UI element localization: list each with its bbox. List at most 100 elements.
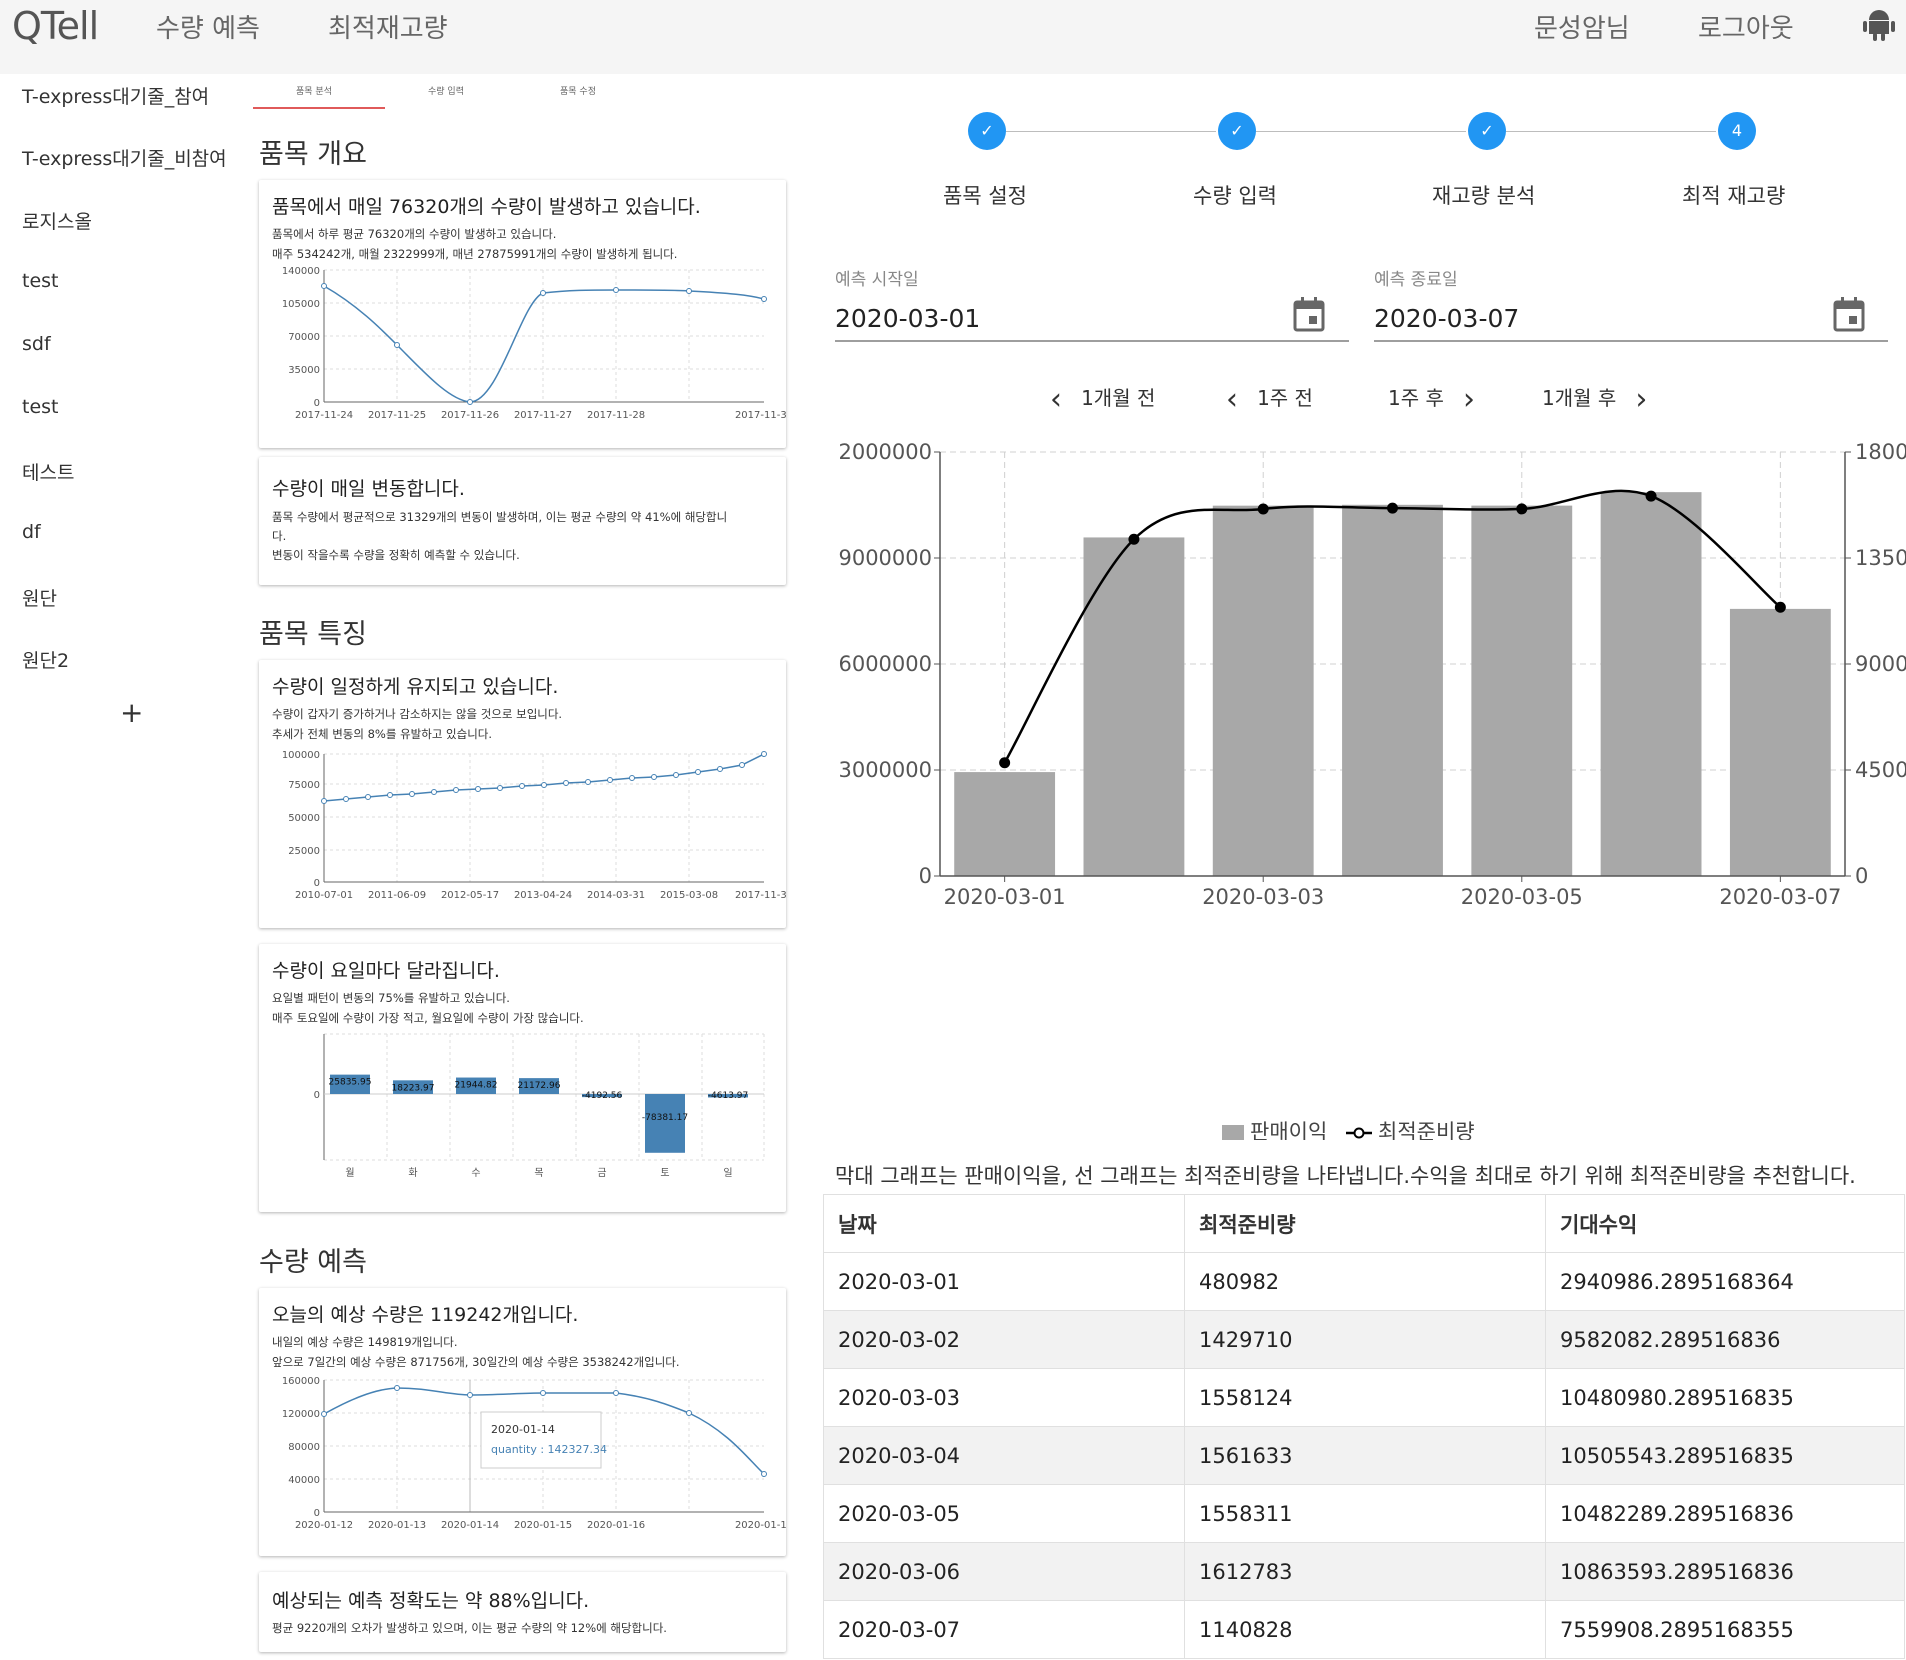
chevron-right-icon: › (1635, 382, 1648, 417)
weekday-bar-label: 18223.97 (392, 1083, 435, 1093)
week-next-button[interactable]: 1주 후 › (1388, 382, 1475, 417)
y-tick: 35000 (288, 365, 320, 376)
stepper-connector (1006, 131, 1216, 132)
optimal-quantity-point (1645, 490, 1657, 502)
add-item-button[interactable]: + (120, 696, 143, 729)
y-tick: 50000 (288, 813, 320, 824)
start-date-input[interactable] (835, 300, 1275, 336)
section-title-forecast: 수량 예측 (259, 1247, 367, 1278)
brand-logo[interactable]: QTell (12, 4, 99, 48)
sidebar-item-fabric[interactable]: 원단 (22, 584, 57, 611)
weekday-bar-label: 25835.95 (329, 1078, 372, 1088)
logout-button[interactable]: 로그아웃 (1698, 8, 1794, 45)
calendar-icon[interactable] (1292, 296, 1326, 336)
month-prev-button[interactable]: ‹ 1개월 전 (1050, 382, 1155, 417)
step-4-number[interactable]: 4 (1718, 112, 1756, 150)
sidebar-item-teseuteu[interactable]: 테스트 (22, 458, 74, 485)
stepper-connector (1256, 131, 1466, 132)
x-tick: 2013-04-24 (514, 890, 572, 901)
cell-expected-profit: 2940986.2895168364 (1545, 1252, 1905, 1311)
left-y-tick: 9000000 (838, 546, 932, 570)
month-next-label: 1개월 후 (1542, 386, 1617, 410)
optimal-quantity-point (1257, 503, 1269, 515)
sidebar-item-sdf[interactable]: sdf (22, 333, 51, 355)
mini-line-chart-forecast[interactable]: 160000 120000 80000 40000 0 2020-01-12 2… (259, 1370, 786, 1556)
result-table: 날짜 최적준비량 기대수익 2020-03-01 480982 2940986.28… (823, 1194, 1905, 1659)
y-tick: 25000 (288, 846, 320, 857)
header-date[interactable]: 날짜 (823, 1194, 1185, 1253)
sidebar-item-fabric2[interactable]: 원단2 (22, 646, 69, 673)
cell-date: 2020-03-06 (823, 1542, 1185, 1601)
y-tick: 0 (314, 1090, 320, 1101)
x-tick: 2017-11-24 (295, 410, 353, 421)
legend-bar-swatch (1222, 1125, 1244, 1140)
mini-line-chart-trend: 100000 75000 50000 25000 0 2010-07-01 20… (282, 750, 786, 901)
header-expected-profit[interactable]: 기대수익 (1545, 1194, 1905, 1253)
optimal-inventory-chart: 0 0 3000000 450000 6000000 900000 9000000 13500… (838, 440, 1906, 1140)
active-tab-indicator (253, 107, 385, 109)
weekday-bar-label: -4613.97 (708, 1091, 748, 1101)
card-text: 앞으로 7일간의 예상 수량은 871756개, 30일간의 예상 수량은 35… (272, 1355, 680, 1369)
end-date-input[interactable] (1374, 300, 1814, 336)
x-tick: 2020-01-14 (441, 1520, 499, 1531)
sidebar-item-test-2[interactable]: test (22, 396, 59, 418)
card-text: 매주 토요일에 수량이 가장 적고, 월요일에 수량이 가장 많습니다. (272, 1011, 584, 1025)
x-tick: 2020-03-03 (1202, 885, 1324, 909)
x-tick: 2017-11-30 (735, 890, 786, 901)
nav-quantity-forecast[interactable]: 수량 예측 (156, 8, 260, 45)
start-date-label: 예측 시작일 (835, 270, 919, 290)
step-3-check-icon[interactable]: ✓ (1468, 112, 1506, 150)
cell-date: 2020-03-02 (823, 1310, 1185, 1369)
chart-caption: 막대 그래프는 판매이익을, 선 그래프는 최적준비량을 나타냅니다.수익을 최… (835, 1164, 1856, 1188)
weekday-x-tick: 목 (534, 1167, 543, 1179)
tab-item-analysis[interactable]: 품목 분석 (296, 84, 332, 97)
weekday-bar-label: 21172.96 (518, 1081, 561, 1091)
legend-profit: 판매이익 (1250, 1120, 1327, 1140)
android-icon[interactable] (1862, 6, 1896, 42)
step-label-quantity-input: 수량 입력 (1193, 184, 1277, 208)
left-y-tick: 3000000 (838, 758, 932, 782)
y-tick: 80000 (288, 1442, 320, 1453)
x-tick: 2020-01-18 (735, 1520, 786, 1531)
sidebar-item-df[interactable]: df (22, 521, 41, 543)
month-next-button[interactable]: 1개월 후 › (1542, 382, 1647, 417)
sidebar-item-test[interactable]: test (22, 270, 59, 292)
nav-optimal-inventory[interactable]: 최적재고량 (328, 8, 448, 45)
card-title: 수량이 매일 변동합니다. (272, 478, 465, 500)
chevron-left-icon: ‹ (1050, 382, 1062, 417)
x-tick: 2017-11-27 (514, 410, 572, 421)
card-title: 오늘의 예상 수량은 119242개입니다. (272, 1304, 579, 1326)
sidebar-item-logisall[interactable]: 로지스올 (22, 207, 92, 234)
card-text: 요일별 패턴이 변동의 75%를 유발하고 있습니다. (272, 991, 510, 1005)
profit-bar (1212, 505, 1314, 876)
tab-item-edit[interactable]: 품목 수정 (560, 84, 596, 97)
card-title: 수량이 요일마다 달라집니다. (272, 960, 500, 982)
user-name[interactable]: 문성암님 (1534, 8, 1630, 45)
cell-expected-profit: 7559908.2895168355 (1545, 1600, 1905, 1659)
right-y-tick: 1350000 (1855, 546, 1906, 570)
weekday-x-tick: 화 (408, 1167, 417, 1179)
y-tick: 70000 (288, 332, 320, 343)
step-2-check-icon[interactable]: ✓ (1218, 112, 1256, 150)
card-text: 매주 534242개, 매월 2322999개, 매년 27875991개의 수… (272, 247, 678, 261)
weekday-x-tick: 수 (471, 1167, 480, 1179)
weekday-bar-label: 21944.82 (455, 1081, 498, 1091)
step-label-item-setting: 품목 설정 (943, 184, 1027, 208)
card-text: 변동이 작을수록 수량을 정확히 예측할 수 있습니다. (272, 548, 520, 562)
header-optimal-quantity[interactable]: 최적준비량 (1184, 1194, 1546, 1253)
week-prev-button[interactable]: ‹ 1주 전 (1226, 382, 1313, 417)
sidebar-item-texpress-nonjoin[interactable]: T-express대기줄_비참여 (22, 144, 227, 171)
step-label-optimal-inventory: 최적 재고량 (1682, 184, 1786, 208)
weekday-bar-label: -78381.17 (642, 1113, 688, 1123)
optimal-quantity-point (1128, 533, 1140, 545)
step-1-check-icon[interactable]: ✓ (968, 112, 1006, 150)
sidebar-item-texpress-join[interactable]: T-express대기줄_참여 (22, 82, 209, 109)
weekday-bar (645, 1094, 685, 1153)
x-tick: 2020-01-16 (587, 1520, 645, 1531)
calendar-icon[interactable] (1832, 296, 1866, 336)
card-forecast: 오늘의 예상 수량은 119242개입니다. 내일의 예상 수량은 149819… (259, 1288, 786, 1556)
legend-optimal-quantity: 최적준비량 (1378, 1120, 1475, 1140)
weekday-x-tick: 월 (345, 1167, 354, 1179)
tab-quantity-input[interactable]: 수량 입력 (428, 84, 464, 97)
left-y-tick: 0 (919, 864, 932, 888)
